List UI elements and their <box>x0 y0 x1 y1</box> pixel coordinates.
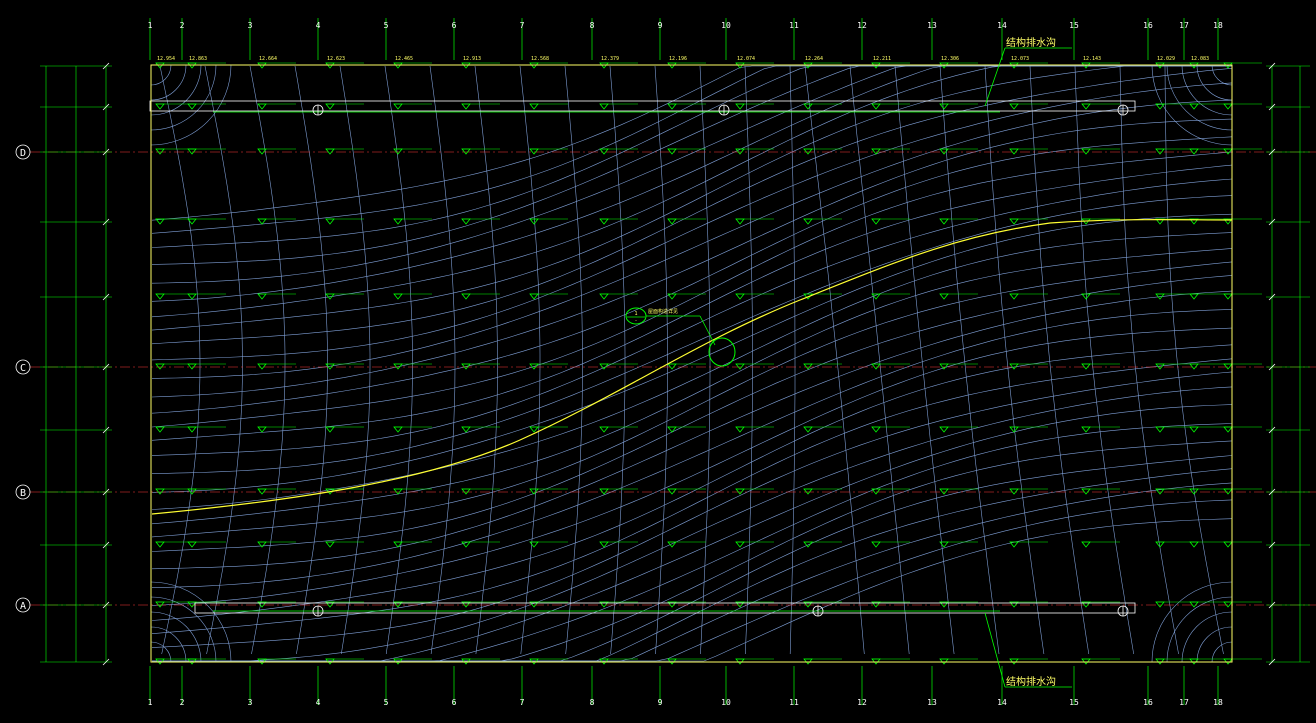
column-axis-label-bottom: 14 <box>997 698 1007 707</box>
detail-callout-label: 屋面构造详见 <box>648 308 678 315</box>
column-axis-label-bottom: 3 <box>248 698 253 707</box>
column-axis-label-top: 6 <box>452 21 457 30</box>
elevation-tag: 12.029 <box>1157 56 1175 62</box>
elevation-tag: 12.664 <box>259 56 277 62</box>
elevation-tag: 12.083 <box>1191 56 1209 62</box>
column-axis-label-top: 4 <box>316 21 321 30</box>
column-axis-label-top: 3 <box>248 21 253 30</box>
column-axis-label-top: 8 <box>590 21 595 30</box>
elevation-tag: 12.196 <box>669 56 687 62</box>
elevation-tag: 12.143 <box>1083 56 1101 62</box>
elevation-tag: 12.465 <box>395 56 413 62</box>
drain-label-bottom: 结构排水沟 <box>1006 675 1056 688</box>
column-axis-label-bottom: 1 <box>148 698 153 707</box>
elevation-tag: 12.306 <box>941 56 959 62</box>
column-axis-label-bottom: 10 <box>721 698 731 707</box>
row-axis-label: A <box>20 601 26 612</box>
elevation-tag: 12.074 <box>737 56 755 62</box>
elevation-tag: 12.568 <box>531 56 549 62</box>
row-axis-label: C <box>20 363 26 374</box>
column-axis-label-bottom: 9 <box>658 698 663 707</box>
elevation-tag: 12.073 <box>1011 56 1029 62</box>
column-axis-label-top: 11 <box>789 21 799 30</box>
detail-ref-bottom: - <box>634 318 637 324</box>
column-axis-label-top: 16 <box>1143 21 1153 30</box>
column-axis-label-top: 15 <box>1069 21 1079 30</box>
column-axis-label-top: 9 <box>658 21 663 30</box>
column-axis-label-bottom: 6 <box>452 698 457 707</box>
column-axis-label-bottom: 15 <box>1069 698 1079 707</box>
column-axis-label-bottom: 13 <box>927 698 937 707</box>
column-axis-label-bottom: 12 <box>857 698 867 707</box>
elevation-tag: 12.623 <box>327 56 345 62</box>
column-axis-label-top: 7 <box>520 21 525 30</box>
row-axis-label: B <box>20 488 26 499</box>
column-axis-label-bottom: 8 <box>590 698 595 707</box>
drain-label-top: 结构排水沟 <box>1006 36 1056 49</box>
column-axis-label-top: 17 <box>1179 21 1189 30</box>
column-axis-label-top: 5 <box>384 21 389 30</box>
column-axis-label-bottom: 17 <box>1179 698 1189 707</box>
column-axis-label-top: 18 <box>1213 21 1223 30</box>
column-axis-label-bottom: 7 <box>520 698 525 707</box>
column-axis-label-top: 2 <box>180 21 185 30</box>
column-axis-label-top: 1 <box>148 21 153 30</box>
column-axis-label-top: 10 <box>721 21 731 30</box>
column-axis-label-bottom: 2 <box>180 698 185 707</box>
column-axis-label-bottom: 18 <box>1213 698 1223 707</box>
column-axis-label-top: 12 <box>857 21 867 30</box>
row-axis-label: D <box>20 148 26 159</box>
column-axis-label-bottom: 4 <box>316 698 321 707</box>
elevation-tag: 12.863 <box>189 56 207 62</box>
column-axis-label-top: 14 <box>997 21 1007 30</box>
column-axis-label-bottom: 11 <box>789 698 799 707</box>
column-axis-label-top: 13 <box>927 21 937 30</box>
column-axis-label-bottom: 16 <box>1143 698 1153 707</box>
elevation-tag: 12.913 <box>463 56 481 62</box>
elevation-tag: 12.264 <box>805 56 823 62</box>
elevation-tag: 12.211 <box>873 56 891 62</box>
column-axis-label-bottom: 5 <box>384 698 389 707</box>
cad-drawing-canvas[interactable]: 1122334455667788991010111112121313141415… <box>0 0 1316 723</box>
detail-ref-top: 1 <box>634 311 637 317</box>
elevation-tag: 12.954 <box>157 56 175 62</box>
elevation-tag: 12.379 <box>601 56 619 62</box>
